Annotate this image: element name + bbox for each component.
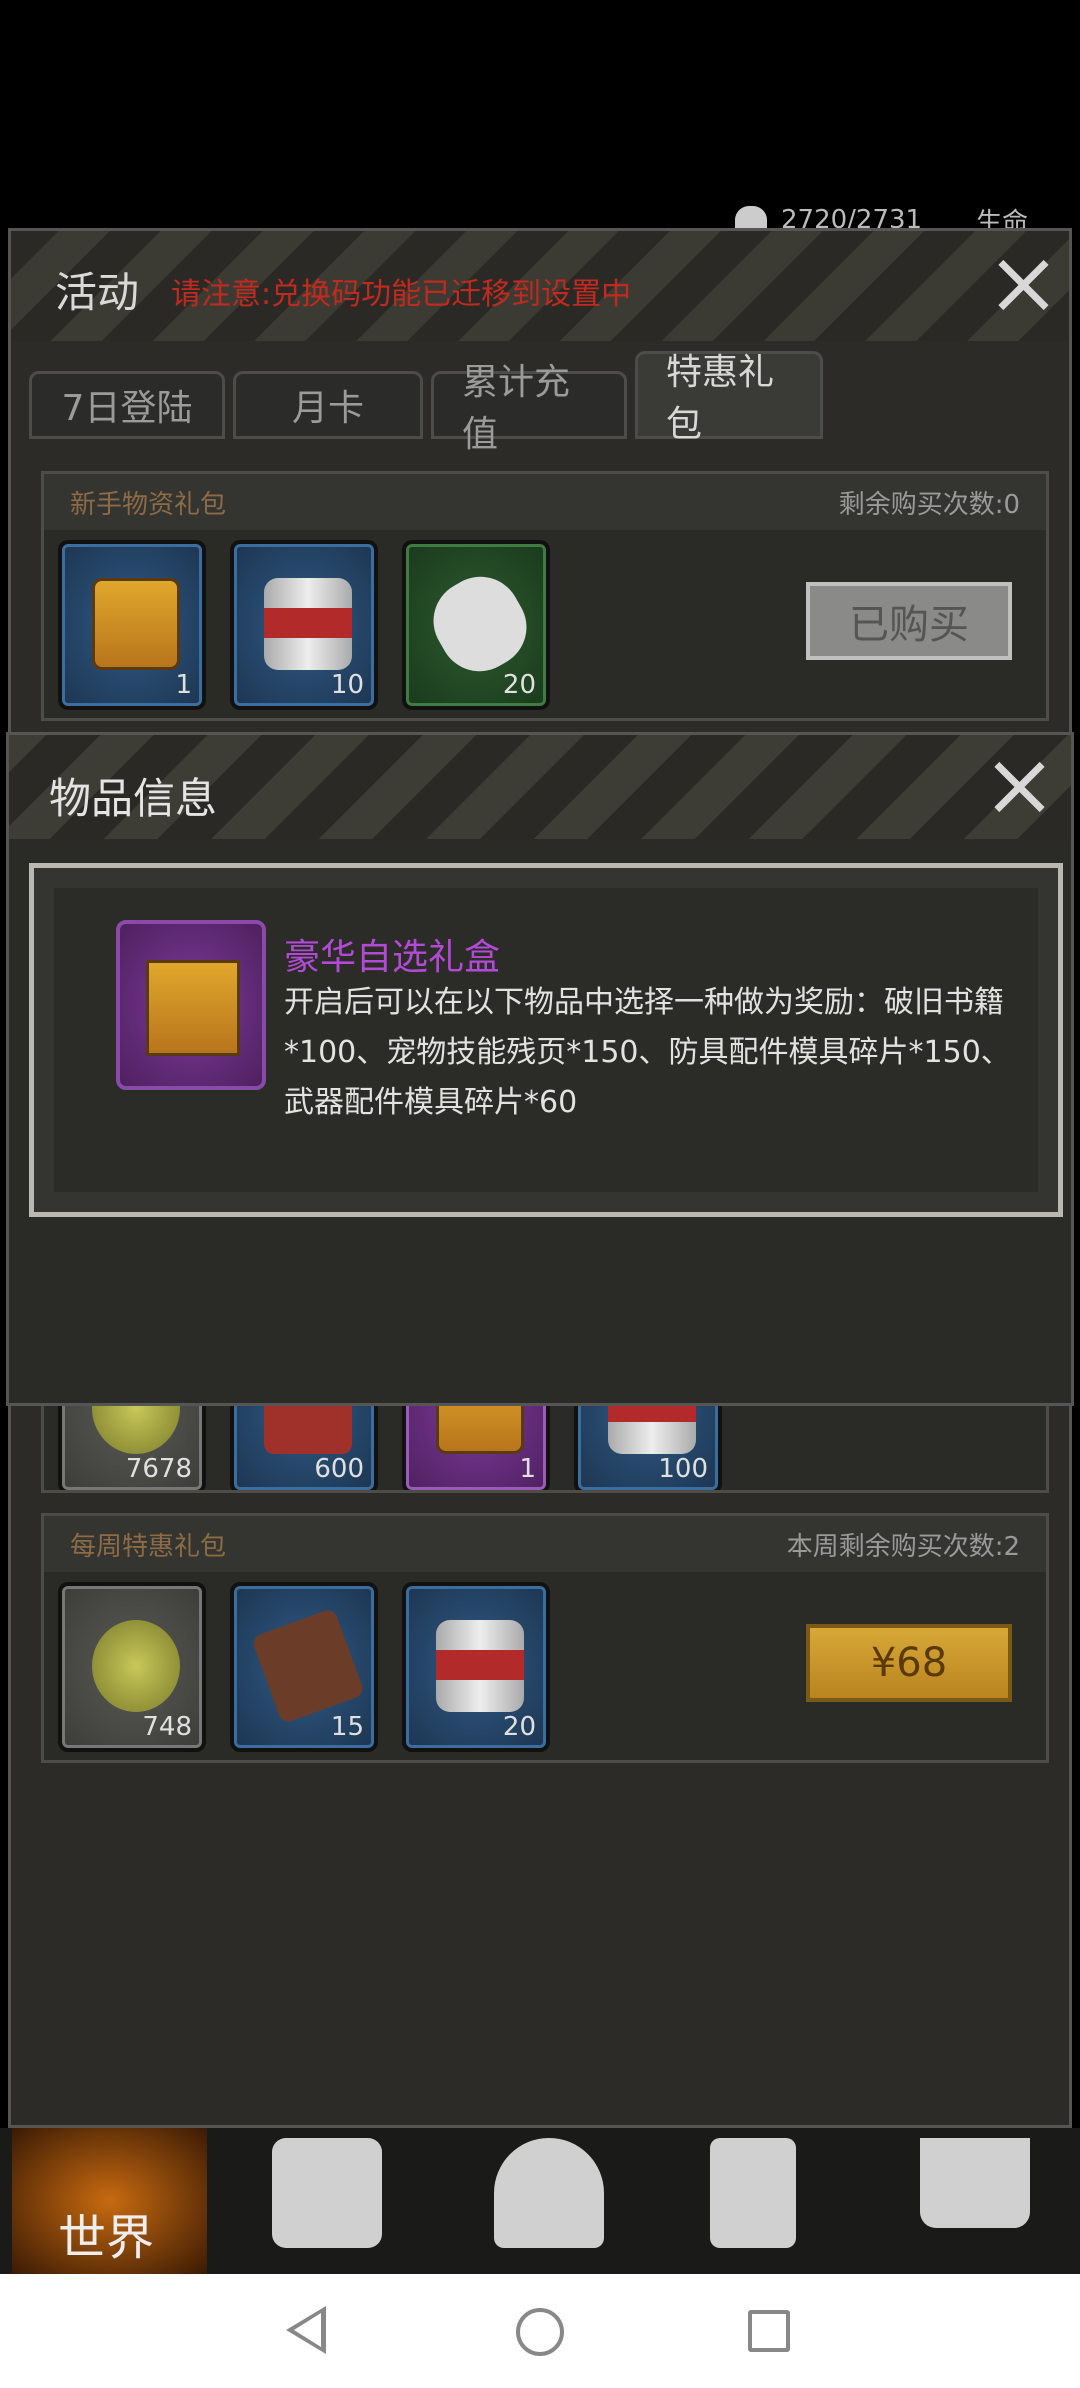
tab-special-pack[interactable]: 特惠礼包: [635, 351, 823, 445]
item-slot[interactable]: 15: [230, 1582, 378, 1752]
shopping-cart-icon[interactable]: [920, 2138, 1030, 2228]
weekly-pack-header: 每周特惠礼包 本周剩余购买次数:2: [44, 1516, 1046, 1572]
item-slot[interactable]: 20: [402, 1582, 550, 1752]
world-button[interactable]: 世界: [12, 2128, 207, 2274]
item-icon-slot: [116, 920, 266, 1090]
weekly-pack-remaining: 本周剩余购买次数:2: [786, 1531, 1020, 1562]
tab-cumulative-recharge[interactable]: 累计充值: [431, 362, 627, 455]
item-slot[interactable]: 20: [402, 540, 550, 710]
starter-pack-title: 新手物资礼包: [70, 489, 227, 520]
map-icon: [250, 1607, 366, 1725]
home-icon[interactable]: [516, 2308, 564, 2356]
meat-can-icon: [264, 578, 352, 670]
starter-pack-remaining: 剩余购买次数:0: [838, 489, 1020, 520]
item-slot[interactable]: 748: [58, 1582, 206, 1752]
item-info-title: 物品信息: [49, 774, 218, 823]
item-slot[interactable]: 10: [230, 540, 378, 710]
purchased-button[interactable]: 已购买: [806, 582, 1012, 660]
item-slot[interactable]: 7678: [58, 1400, 206, 1490]
bottle-cap-icon: [92, 1620, 180, 1712]
item-description: 开启后可以在以下物品中选择一种做为奖励：破旧书籍*100、宠物技能残页*150、…: [284, 985, 1011, 1120]
weekly-pack-section: 每周特惠礼包 本周剩余购买次数:2 748 15 20 ¥68: [41, 1513, 1049, 1763]
item-info-header: 物品信息: [9, 735, 1071, 839]
world-label: 世界: [58, 2210, 155, 2266]
item-info-close-icon[interactable]: [993, 761, 1045, 813]
item-slot[interactable]: 1: [402, 1400, 550, 1490]
item-slot[interactable]: 1: [58, 540, 206, 710]
middle-pack-items: 7678 600 1 100: [44, 1400, 1046, 1490]
game-bottom-nav: 世界: [0, 2128, 1080, 2274]
activity-title: 活动: [55, 268, 140, 317]
medkit-icon: [418, 562, 542, 686]
redeem-notice: 请注意:兑换码功能已迁移到设置中: [171, 277, 632, 312]
recent-apps-icon[interactable]: [748, 2310, 790, 2352]
activity-header: 活动 请注意:兑换码功能已迁移到设置中: [11, 231, 1069, 341]
back-icon[interactable]: [286, 2306, 326, 2354]
activity-close-icon[interactable]: [997, 259, 1049, 311]
weekly-pack-title: 每周特惠礼包: [70, 1531, 227, 1562]
activity-tabs: 7日登陆 月卡 累计充值 特惠礼包: [29, 351, 823, 455]
item-slot[interactable]: 100: [574, 1400, 722, 1490]
tab-7day-login[interactable]: 7日登陆: [29, 371, 225, 439]
item-name: 豪华自选礼盒: [284, 937, 501, 978]
backpack-icon[interactable]: [272, 2138, 382, 2248]
item-info-dialog: 物品信息 豪华自选礼盒 开启后可以在以下物品中选择一种做为奖励：破旧书籍*100…: [6, 732, 1074, 1406]
head-skill-icon[interactable]: [494, 2138, 604, 2248]
supply-box-icon: [92, 578, 180, 670]
item-info-card: 豪华自选礼盒 开启后可以在以下物品中选择一种做为奖励：破旧书籍*100、宠物技能…: [29, 863, 1063, 1217]
supply-box-icon: [146, 960, 240, 1056]
starter-pack-section: 新手物资礼包 剩余购买次数:0 1 10 20 已购买: [41, 471, 1049, 721]
meat-can-icon: [436, 1620, 524, 1712]
tab-month-card[interactable]: 月卡: [233, 371, 423, 439]
buy-68-button[interactable]: ¥68: [806, 1624, 1012, 1702]
item-slot[interactable]: 600: [230, 1400, 378, 1490]
building-icon[interactable]: [710, 2138, 796, 2248]
system-nav-bar: [0, 2274, 1080, 2388]
starter-pack-header: 新手物资礼包 剩余购买次数:0: [44, 474, 1046, 530]
middle-pack-section: 7678 600 1 100: [41, 1397, 1049, 1493]
